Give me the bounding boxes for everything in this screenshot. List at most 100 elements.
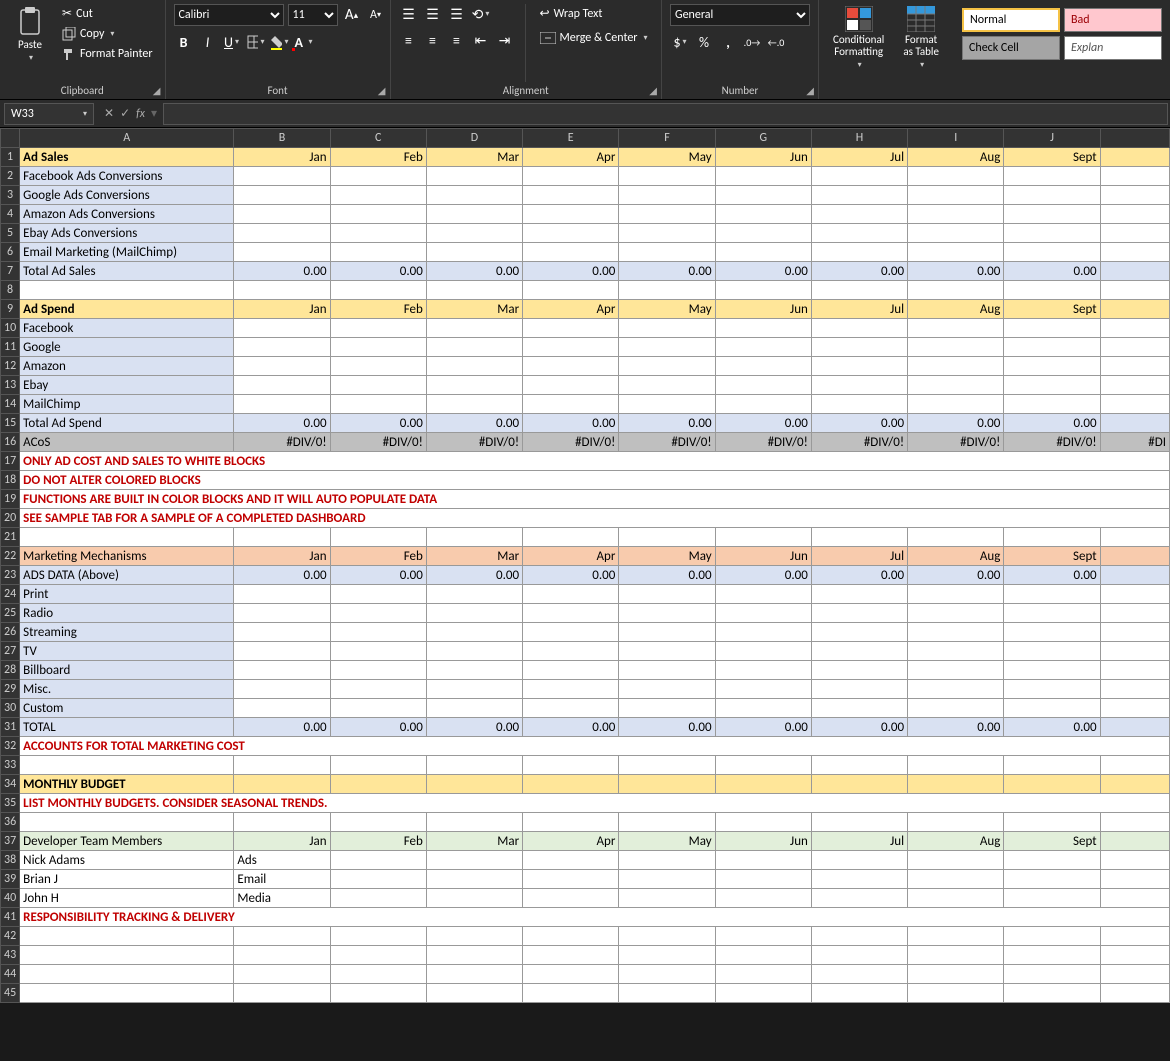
name-box[interactable]: W33 ▾ [4, 103, 94, 125]
row-label-cell[interactable]: Facebook Ads Conversions [20, 167, 234, 186]
cell[interactable]: 0.00 [523, 566, 619, 585]
cell[interactable] [330, 205, 426, 224]
row-header[interactable]: 27 [1, 642, 20, 661]
row-header[interactable]: 9 [1, 300, 20, 319]
cell[interactable] [1100, 167, 1169, 186]
cell[interactable] [619, 965, 715, 984]
cell[interactable] [1004, 395, 1100, 414]
month-header-cell[interactable]: May [619, 300, 715, 319]
cell[interactable] [908, 604, 1004, 623]
cell[interactable] [20, 965, 234, 984]
cell[interactable] [234, 965, 330, 984]
note-cell[interactable]: FUNCTIONS ARE BUILT IN COLOR BLOCKS AND … [20, 490, 1170, 509]
cell[interactable] [330, 395, 426, 414]
row-label-cell[interactable]: Email Marketing (MailChimp) [20, 243, 234, 262]
cell[interactable] [426, 775, 522, 794]
cell[interactable] [715, 224, 811, 243]
cell[interactable] [234, 395, 330, 414]
cell[interactable] [330, 927, 426, 946]
cell[interactable] [715, 338, 811, 357]
cell[interactable] [715, 243, 811, 262]
row-label-cell[interactable]: Misc. [20, 680, 234, 699]
cell[interactable] [1100, 984, 1169, 1003]
cell[interactable] [330, 851, 426, 870]
note-cell[interactable]: LIST MONTHLY BUDGETS. CONSIDER SEASONAL … [20, 794, 1170, 813]
cell[interactable] [330, 870, 426, 889]
note-cell[interactable]: DO NOT ALTER COLORED BLOCKS [20, 471, 1170, 490]
column-header[interactable]: D [426, 129, 522, 148]
cell[interactable] [1004, 642, 1100, 661]
row-label-cell[interactable]: ADS DATA (Above) [20, 566, 234, 585]
cell[interactable] [908, 585, 1004, 604]
select-all-corner[interactable] [1, 129, 20, 148]
paste-button[interactable]: Paste ▾ [8, 4, 52, 65]
cell[interactable] [426, 395, 522, 414]
cell[interactable] [1100, 870, 1169, 889]
month-header-cell[interactable]: Apr [523, 832, 619, 851]
decrease-font-icon[interactable]: A▾ [366, 5, 386, 25]
month-header-cell[interactable]: Jan [234, 300, 330, 319]
cell[interactable]: 0.00 [715, 566, 811, 585]
cell[interactable] [426, 205, 522, 224]
format-as-table-button[interactable]: Format as Table▾ [896, 4, 946, 72]
fx-icon[interactable]: fx [136, 107, 145, 121]
cell[interactable] [811, 167, 907, 186]
cell[interactable] [1004, 376, 1100, 395]
cell[interactable] [619, 851, 715, 870]
cell[interactable] [1100, 699, 1169, 718]
row-header[interactable]: 22 [1, 547, 20, 566]
cell[interactable] [523, 775, 619, 794]
cell[interactable] [619, 699, 715, 718]
cell[interactable] [715, 528, 811, 547]
month-header-cell[interactable]: Sept [1004, 547, 1100, 566]
cell[interactable] [811, 319, 907, 338]
month-header-cell[interactable]: May [619, 547, 715, 566]
align-left-icon[interactable]: ≡ [399, 30, 419, 50]
cell[interactable] [426, 376, 522, 395]
cell[interactable] [1100, 813, 1169, 832]
row-header[interactable]: 2 [1, 167, 20, 186]
cell[interactable] [715, 395, 811, 414]
cell[interactable] [908, 680, 1004, 699]
column-header[interactable]: C [330, 129, 426, 148]
cell[interactable] [426, 281, 522, 300]
month-header-cell[interactable]: May [619, 148, 715, 167]
cell[interactable] [20, 813, 234, 832]
cell[interactable] [619, 224, 715, 243]
month-header-cell[interactable]: Aug [908, 832, 1004, 851]
cell[interactable] [715, 281, 811, 300]
cell[interactable] [715, 357, 811, 376]
cell[interactable] [330, 167, 426, 186]
month-header-cell[interactable]: Feb [330, 300, 426, 319]
cell[interactable] [715, 775, 811, 794]
cell[interactable] [908, 395, 1004, 414]
cell[interactable] [234, 775, 330, 794]
cell[interactable] [908, 338, 1004, 357]
cell[interactable]: 0.00 [1004, 262, 1100, 281]
cell[interactable] [523, 946, 619, 965]
month-header-cell[interactable]: Mar [426, 547, 522, 566]
cell[interactable] [715, 851, 811, 870]
cell[interactable] [1100, 832, 1169, 851]
row-header[interactable]: 36 [1, 813, 20, 832]
cell[interactable]: Brian J [20, 870, 234, 889]
align-top-icon[interactable]: ☰ [399, 4, 419, 24]
cell[interactable] [619, 205, 715, 224]
cell[interactable]: Nick Adams [20, 851, 234, 870]
cell[interactable] [1100, 376, 1169, 395]
cell[interactable] [1100, 224, 1169, 243]
cell[interactable] [1004, 851, 1100, 870]
cell[interactable] [523, 167, 619, 186]
row-header[interactable]: 5 [1, 224, 20, 243]
dialog-launcher-icon[interactable]: ◢ [153, 84, 161, 97]
cell[interactable] [1004, 756, 1100, 775]
cell[interactable] [426, 186, 522, 205]
cell[interactable] [1100, 281, 1169, 300]
cell[interactable] [1100, 243, 1169, 262]
cell[interactable] [20, 528, 234, 547]
cell[interactable] [1100, 775, 1169, 794]
row-header[interactable]: 7 [1, 262, 20, 281]
cell[interactable] [330, 661, 426, 680]
cell[interactable]: 0.00 [330, 718, 426, 737]
cell[interactable] [1004, 357, 1100, 376]
